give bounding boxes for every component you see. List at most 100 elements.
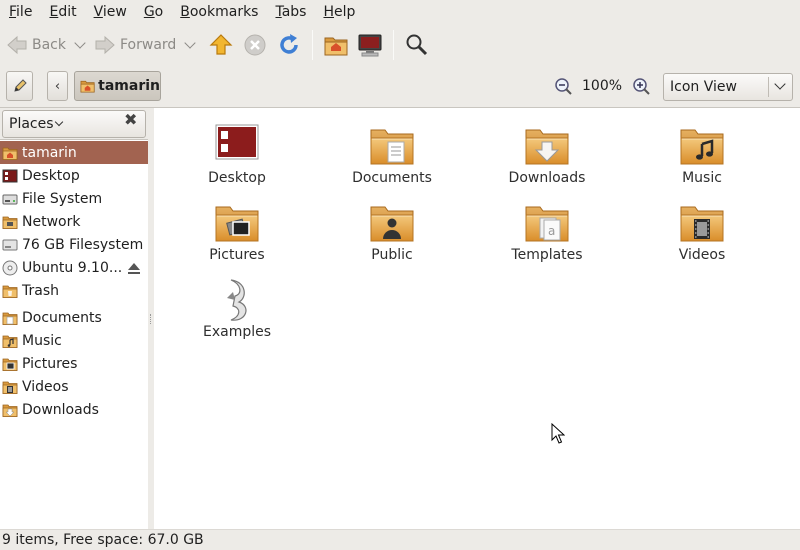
chevron-down-icon <box>54 117 64 127</box>
file-item-videos[interactable]: Videos <box>642 199 762 263</box>
menu-tabs[interactable]: Tabs <box>267 0 315 24</box>
sidebar-item-tamarin[interactable]: tamarin <box>0 141 148 164</box>
file-item-label: Downloads <box>508 170 586 186</box>
pictures-folder-icon <box>2 356 18 372</box>
examples-link-icon <box>227 279 247 321</box>
search-button[interactable] <box>400 28 434 62</box>
file-item-label: Desktop <box>208 170 266 186</box>
drive-icon <box>2 239 18 250</box>
music-folder-icon <box>2 333 18 349</box>
sidebar-item-documents[interactable]: Documents <box>0 306 148 329</box>
back-history-dropdown[interactable] <box>74 37 86 49</box>
sidebar-item-label: Desktop <box>22 167 80 184</box>
harddisk-icon <box>2 194 18 204</box>
templates-folder-icon: a <box>523 199 571 247</box>
sidebar-item-label: Downloads <box>22 401 99 418</box>
reload-button[interactable] <box>272 28 306 62</box>
file-item-music[interactable]: Music <box>642 122 762 186</box>
eject-icon[interactable] <box>126 260 142 276</box>
videos-folder-icon <box>678 199 726 247</box>
file-item-templates[interactable]: a Templates <box>487 199 607 263</box>
sidebar: Places ✖ tamarin Desktop File System Net… <box>0 108 148 529</box>
zoom-out-button[interactable] <box>553 76 573 96</box>
close-sidebar-icon[interactable]: ✖ <box>124 110 137 129</box>
network-icon <box>2 214 18 230</box>
home-button[interactable] <box>319 28 353 62</box>
desktop-icon <box>215 124 259 160</box>
forward-label: Forward <box>120 37 177 53</box>
sidebar-item-label: Pictures <box>22 355 78 372</box>
sidebar-item-network[interactable]: Network <box>0 210 148 233</box>
sidebar-item-filesystem-76gb[interactable]: 76 GB Filesystem <box>0 233 148 256</box>
sidebar-item-ubuntu-cd[interactable]: Ubuntu 9.10... <box>0 256 148 279</box>
sidebar-item-label: Videos <box>22 378 69 395</box>
status-bar: 9 items, Free space: 67.0 GB <box>0 529 800 550</box>
sidebar-header: Places ✖ <box>0 108 148 140</box>
splitter-grip[interactable] <box>150 314 152 324</box>
file-item-label: Videos <box>678 247 726 263</box>
toolbar-separator <box>393 30 395 60</box>
public-folder-icon <box>368 199 416 247</box>
file-item-label: Public <box>371 247 413 263</box>
file-item-public[interactable]: Public <box>332 199 452 263</box>
sidebar-item-file-system[interactable]: File System <box>0 187 148 210</box>
zoom-level[interactable]: 100% <box>582 76 622 96</box>
stop-button[interactable] <box>238 28 272 62</box>
pencil-icon <box>13 79 27 92</box>
file-item-examples[interactable]: Examples <box>177 276 297 340</box>
home-folder-icon <box>80 78 95 94</box>
home-folder-icon <box>2 145 18 161</box>
sidebar-item-desktop[interactable]: Desktop <box>0 164 148 187</box>
status-text: 9 items, Free space: 67.0 GB <box>2 532 204 548</box>
back-button[interactable]: Back <box>6 28 66 62</box>
sidebar-mode-label: Places <box>9 116 54 132</box>
menu-view[interactable]: View <box>86 0 136 24</box>
stop-icon <box>244 34 266 56</box>
sidebar-item-label: Ubuntu 9.10... <box>22 259 123 276</box>
sidebar-item-label: Music <box>22 332 62 349</box>
file-item-label: Templates <box>511 247 583 263</box>
svg-text:a: a <box>548 224 555 238</box>
file-item-documents[interactable]: Documents <box>332 122 452 186</box>
forward-history-dropdown[interactable] <box>184 37 196 49</box>
sidebar-item-label: tamarin <box>22 144 77 161</box>
zoom-in-button[interactable] <box>631 76 651 96</box>
up-button[interactable] <box>204 28 238 62</box>
places-list: tamarin Desktop File System Network 76 G… <box>0 141 148 421</box>
menu-help[interactable]: Help <box>315 0 364 24</box>
menu-file[interactable]: File <box>0 0 41 24</box>
path-button-label: tamarin <box>98 78 160 94</box>
file-item-label: Pictures <box>209 247 265 263</box>
menubar: File Edit View Go Bookmarks Tabs Help <box>0 0 800 24</box>
file-item-label: Music <box>682 170 722 186</box>
icon-view: Desktop Documents Downloads Music Pictur… <box>154 108 800 529</box>
file-item-downloads[interactable]: Downloads <box>487 122 607 186</box>
menu-edit[interactable]: Edit <box>41 0 85 24</box>
sidebar-item-downloads[interactable]: Downloads <box>0 398 148 421</box>
sidebar-item-trash[interactable]: Trash <box>0 279 148 302</box>
file-item-desktop[interactable]: Desktop <box>177 122 297 186</box>
view-mode-select[interactable]: Icon View <box>663 73 793 101</box>
toggle-location-entry-button[interactable] <box>6 71 33 101</box>
reload-icon <box>280 34 299 54</box>
menu-bookmarks[interactable]: Bookmarks <box>172 0 267 24</box>
sidebar-item-music[interactable]: Music <box>0 329 148 352</box>
forward-button[interactable]: Forward <box>94 28 176 62</box>
toolbar-separator <box>312 30 314 60</box>
sidebar-item-pictures[interactable]: Pictures <box>0 352 148 375</box>
path-button-tamarin[interactable]: tamarin <box>74 71 161 101</box>
file-item-label: Examples <box>202 324 272 340</box>
file-item-pictures[interactable]: Pictures <box>177 199 297 263</box>
computer-icon <box>358 34 382 57</box>
sidebar-item-videos[interactable]: Videos <box>0 375 148 398</box>
sidebar-item-label: Trash <box>22 282 59 299</box>
sidebar-item-label: File System <box>22 190 103 207</box>
mouse-pointer-icon <box>551 423 565 444</box>
documents-folder-icon <box>2 310 18 326</box>
menu-go[interactable]: Go <box>136 0 172 24</box>
downloads-folder-icon <box>523 122 571 170</box>
desktop-icon <box>2 169 18 182</box>
path-scroll-left-button[interactable]: ‹ <box>47 71 68 101</box>
computer-button[interactable] <box>353 28 387 62</box>
sidebar-item-label: Network <box>22 213 81 230</box>
